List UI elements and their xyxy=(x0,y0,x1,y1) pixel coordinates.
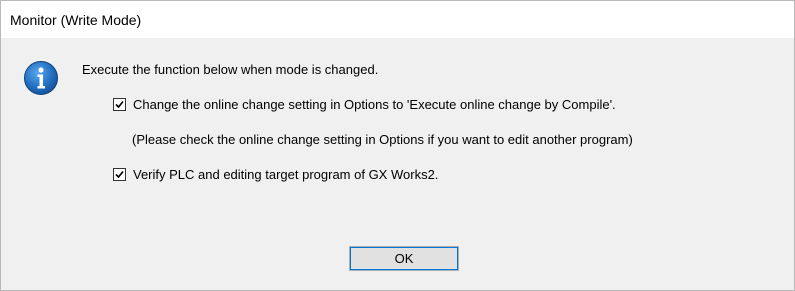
ok-button[interactable]: OK xyxy=(349,246,459,271)
verify-plc-label[interactable]: Verify PLC and editing target program of… xyxy=(133,167,438,183)
online-change-label[interactable]: Change the online change setting in Opti… xyxy=(133,97,616,113)
verify-plc-checkbox[interactable] xyxy=(113,168,126,181)
information-icon xyxy=(23,60,59,96)
title-bar[interactable]: Monitor (Write Mode) xyxy=(1,1,794,38)
checkmark-icon xyxy=(115,170,124,179)
online-change-checkbox[interactable] xyxy=(113,98,126,111)
monitor-write-mode-dialog: Monitor (Write Mode) Execute the functio… xyxy=(0,0,795,291)
online-change-note: (Please check the online change setting … xyxy=(132,132,633,147)
checkmark-icon xyxy=(115,100,124,109)
dialog-title: Monitor (Write Mode) xyxy=(10,12,142,28)
dialog-message: Execute the function below when mode is … xyxy=(82,62,379,77)
